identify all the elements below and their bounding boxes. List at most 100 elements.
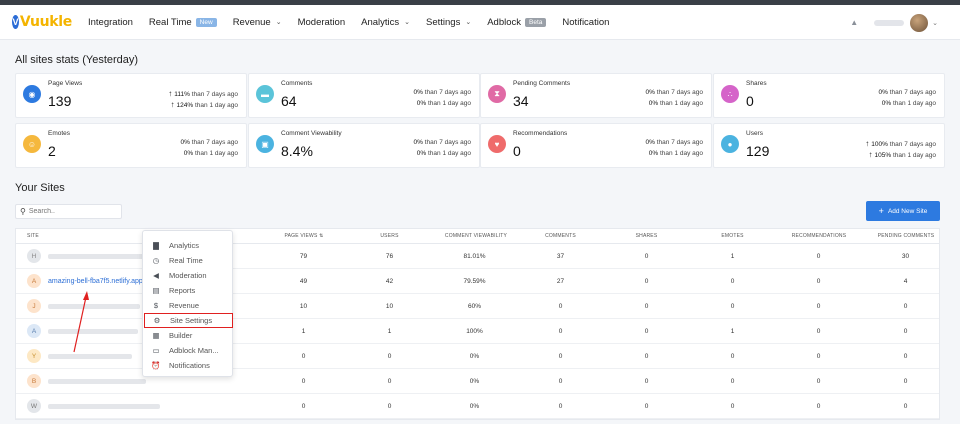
cell-recommendations: 0 [816, 402, 821, 410]
cell-users: 42 [385, 277, 394, 285]
logo-text: Vuukle [19, 14, 72, 30]
menu-item-site-settings[interactable]: ⚙ Site Settings [144, 313, 233, 328]
menu-item-moderation[interactable]: ◀ Moderation [143, 268, 234, 283]
logo-mark-icon: V [12, 15, 19, 29]
cell-pending: 0 [903, 302, 908, 310]
user-icon: ● [721, 135, 739, 153]
menu-item-label: Revenue [169, 301, 200, 310]
cell-users: 76 [385, 252, 394, 260]
header-viewability: COMMENT VIEWABILITY [444, 233, 508, 239]
cell-shares: 0 [644, 252, 649, 260]
nav-settings[interactable]: Settings ⌄ [426, 17, 471, 28]
cell-emotes: 0 [730, 352, 735, 360]
beta-badge: Beta [525, 17, 547, 27]
arrow-up-icon: ↑ [170, 100, 175, 109]
search-box[interactable]: ⚲ [15, 204, 122, 219]
menu-item-adblock-man[interactable]: ▭ Adblock Man... [143, 343, 234, 358]
chevron-down-icon: ⌄ [275, 19, 282, 26]
menu-item-revenue[interactable]: $ Revenue [143, 298, 234, 313]
adblock-icon: ▭ [152, 346, 160, 355]
cell-comments: 37 [556, 252, 565, 260]
menu-item-label: Real Time [169, 256, 203, 265]
nav-real-time[interactable]: Real Time New [149, 17, 217, 28]
stat-compare-1d: ↑ 105% than 1 day ago [868, 150, 936, 159]
stat-label: Users [746, 130, 763, 137]
nav-notification[interactable]: Notification [562, 17, 609, 28]
sort-icon: ⇅ [319, 233, 324, 239]
cell-page-views: 0 [301, 402, 306, 410]
stat-compare-7d: ↑ 111% than 7 days ago [168, 89, 238, 98]
stat-value: 0 [513, 143, 521, 159]
header-page-views[interactable]: PAGE VIEWS ⇅ [274, 233, 334, 239]
megaphone-icon: ◀ [153, 271, 159, 280]
smiley-icon: ☺ [23, 135, 41, 153]
gear-icon: ⚙ [153, 316, 161, 325]
add-new-site-button[interactable]: + Add New Site [866, 201, 940, 221]
clock-icon: ◷ [152, 256, 160, 265]
cell-emotes: 0 [730, 302, 735, 310]
cell-page-views: 79 [299, 252, 308, 260]
site-avatar: Y [27, 349, 41, 363]
nav-moderation[interactable]: Moderation [298, 17, 346, 28]
site-avatar: B [27, 374, 41, 388]
search-input[interactable] [28, 208, 114, 215]
cell-emotes: 1 [730, 252, 735, 260]
new-badge: New [195, 17, 217, 27]
stat-card: ● Users 129 ↑ 100% than 7 days ago ↑ 105% than… [713, 123, 945, 168]
sites-title: Your Sites [15, 182, 65, 194]
nav-analytics[interactable]: Analytics ⌄ [361, 17, 410, 28]
avatar[interactable] [910, 13, 929, 32]
stat-compare-1d: 0% than 1 day ago [183, 150, 238, 157]
cell-recommendations: 0 [816, 302, 821, 310]
vuukle-logo[interactable]: V Vuukle [12, 14, 72, 30]
stat-compare-1d: 0% than 1 day ago [648, 150, 703, 157]
menu-item-reports[interactable]: ▤ Reports [143, 283, 234, 298]
menu-item-builder[interactable]: ▦ Builder [143, 328, 234, 343]
stat-value: 34 [513, 93, 529, 109]
arrow-up-icon: ↑ [168, 89, 173, 98]
nav-label: Integration [88, 16, 133, 28]
cell-shares: 0 [644, 302, 649, 310]
nav-adblock[interactable]: Adblock Beta [487, 17, 547, 28]
menu-item-analytics[interactable]: ▇ Analytics [143, 238, 234, 253]
nav-integration[interactable]: Integration [88, 17, 133, 28]
chevron-down-icon: ⌄ [465, 19, 472, 26]
stats-title: All sites stats (Yesterday) [15, 54, 139, 66]
cell-shares: 0 [644, 402, 649, 410]
stat-compare-7d: 0% than 7 days ago [180, 139, 238, 146]
cell-recommendations: 0 [816, 252, 821, 260]
add-site-label: Add New Site [887, 207, 928, 215]
heart-icon: ♥ [488, 135, 506, 153]
stat-label: Comments [281, 80, 313, 87]
bell-icon[interactable]: ▲ [850, 18, 858, 27]
cell-shares: 0 [644, 377, 649, 385]
cell-recommendations: 0 [816, 327, 821, 335]
stat-label: Shares [746, 80, 767, 87]
nav-revenue[interactable]: Revenue ⌄ [233, 17, 282, 28]
menu-item-notifications[interactable]: ⏰ Notifications [143, 358, 234, 373]
table-row[interactable]: W 0 0 0% 0 0 0 0 0 [16, 394, 939, 419]
plus-icon: + [878, 206, 884, 216]
header-users: USERS [380, 233, 399, 239]
menu-item-real-time[interactable]: ◷ Real Time [143, 253, 234, 268]
cell-emotes: 0 [730, 377, 735, 385]
cell-comments: 0 [558, 302, 563, 310]
site-link[interactable]: amazing-bell-fba7f5.netlify.app [48, 278, 143, 285]
stat-compare-7d: 0% than 7 days ago [645, 139, 703, 146]
header-label: PAGE VIEWS [284, 233, 318, 239]
alarm-icon: ⏰ [151, 361, 161, 370]
menu-item-label: Reports [169, 286, 196, 295]
cell-viewability: 0% [469, 352, 480, 360]
dollar-icon: $ [153, 301, 159, 310]
builder-icon: ▦ [152, 331, 160, 340]
site-context-menu: ▇ Analytics ◷ Real Time ◀ Moderation ▤ Reports $… [142, 230, 233, 377]
stat-card: ⧗ Pending Comments 34 0% than 7 days ago 0% … [480, 73, 712, 118]
cell-page-views: 0 [301, 377, 306, 385]
header-recommendations: RECOMMENDATIONS [791, 233, 847, 239]
cell-viewability: 60% [467, 302, 481, 310]
stat-compare-1d: 0% than 1 day ago [416, 150, 471, 157]
site-avatar: J [27, 299, 41, 313]
chevron-down-icon[interactable]: ⌄ [932, 19, 938, 27]
stat-value: 8.4% [281, 143, 313, 159]
stat-compare-7d: ↑ 100% than 7 days ago [865, 139, 936, 148]
